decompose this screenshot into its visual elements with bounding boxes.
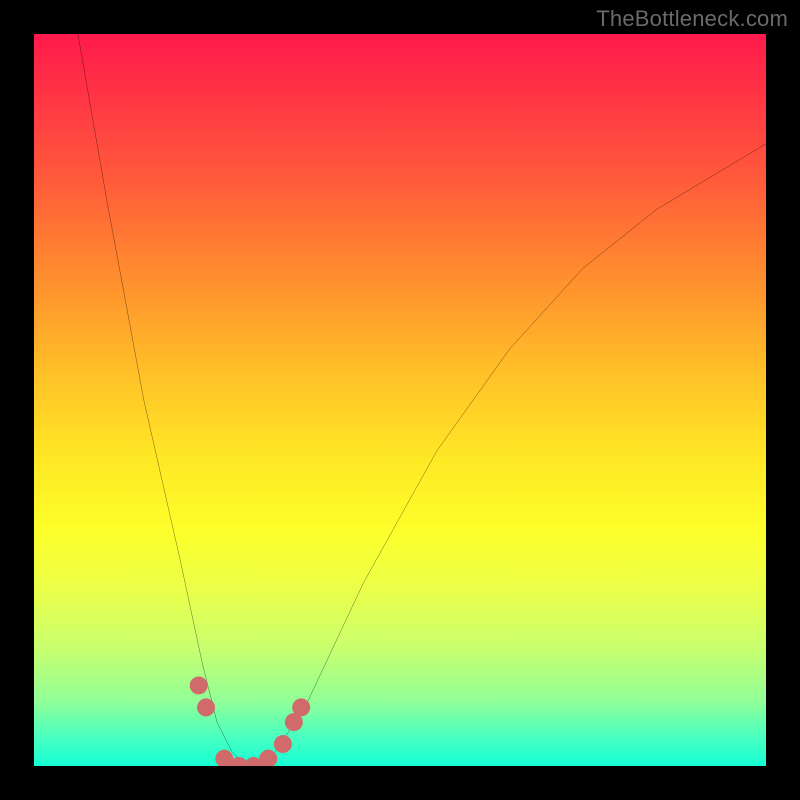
highlight-dot [197,698,215,716]
highlight-dot [259,750,277,766]
highlight-markers [190,676,310,766]
plot-area [34,34,766,766]
chart-container: TheBottleneck.com [0,0,800,800]
highlight-dot [292,698,310,716]
chart-svg [34,34,766,766]
watermark-text: TheBottleneck.com [596,6,788,32]
highlight-dot [190,676,208,694]
bottleneck-curve [78,34,766,766]
curve-group [78,34,766,766]
highlight-dot [274,735,292,753]
